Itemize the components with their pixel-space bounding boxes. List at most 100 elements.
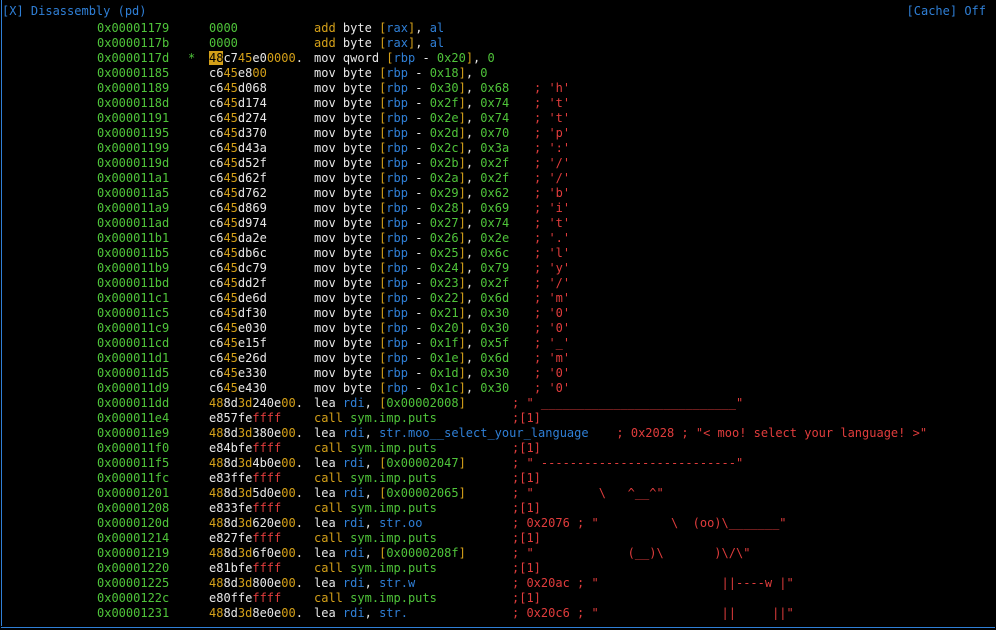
disasm-row[interactable]: 0x00001185 c645e800 mov byte [rbp - 0x18],… bbox=[0, 66, 996, 81]
disasm-row[interactable]: 0x000011e4 e857feffff call sym.imp.puts ;[1… bbox=[0, 411, 996, 426]
instruction-address[interactable]: 0x000011bd bbox=[97, 276, 169, 291]
instruction-address[interactable]: 0x00001199 bbox=[97, 141, 169, 156]
instruction-address[interactable]: 0x000011a9 bbox=[97, 201, 169, 216]
instruction-address[interactable]: 0x000011e4 bbox=[97, 411, 169, 426]
instruction-address[interactable]: 0x000011cd bbox=[97, 336, 169, 351]
disasm-row[interactable]: 0x000011a9 c645d869 mov byte [rbp - 0x28],… bbox=[0, 201, 996, 216]
instruction-address[interactable]: 0x000011b5 bbox=[97, 246, 169, 261]
disasm-row[interactable]: 0x000011ad c645d974 mov byte [rbp - 0x27],… bbox=[0, 216, 996, 231]
instruction-bytes: c645de6d bbox=[209, 291, 267, 305]
disasm-row[interactable]: 0x00001195 c645d370 mov byte [rbp - 0x2d],… bbox=[0, 126, 996, 141]
disasm-row[interactable]: 0x0000117b 0000 add byte [rax], al bbox=[0, 36, 996, 51]
disasm-row[interactable]: 0x000011a1 c645d62f mov byte [rbp - 0x2a],… bbox=[0, 171, 996, 186]
disasm-row[interactable]: 0x000011bd c645dd2f mov byte [rbp - 0x23],… bbox=[0, 276, 996, 291]
instruction-address[interactable]: 0x0000117b bbox=[97, 36, 169, 51]
instruction-address[interactable]: 0x0000117d bbox=[97, 51, 169, 66]
instruction-address[interactable]: 0x0000120d bbox=[97, 516, 169, 531]
disasm-row[interactable]: 0x00001179 0000 add byte [rax], al bbox=[0, 21, 996, 36]
instruction-address[interactable]: 0x00001201 bbox=[97, 486, 169, 501]
disasm-row[interactable]: 0x0000119d c645d52f mov byte [rbp - 0x2b],… bbox=[0, 156, 996, 171]
instruction-address[interactable]: 0x000011d5 bbox=[97, 366, 169, 381]
disasm-row[interactable]: 0x00001191 c645d274 mov byte [rbp - 0x2e],… bbox=[0, 111, 996, 126]
disasm-row[interactable]: 0x000011dd 488d3d240e00. lea rdi, [0x00002… bbox=[0, 396, 996, 411]
instruction-address[interactable]: 0x0000118d bbox=[97, 96, 169, 111]
disasm-row[interactable]: 0x000011d1 c645e26d mov byte [rbp - 0x1e],… bbox=[0, 351, 996, 366]
instruction-address[interactable]: 0x000011e9 bbox=[97, 426, 169, 441]
instruction-address[interactable]: 0x00001195 bbox=[97, 126, 169, 141]
disasm-row[interactable]: 0x000011c9 c645e030 mov byte [rbp - 0x20],… bbox=[0, 321, 996, 336]
disasm-row[interactable]: 0x0000118d c645d174 mov byte [rbp - 0x2f],… bbox=[0, 96, 996, 111]
instruction-address[interactable]: 0x000011a5 bbox=[97, 186, 169, 201]
instruction-address[interactable]: 0x000011c5 bbox=[97, 306, 169, 321]
instruction-text: call sym.imp.puts bbox=[314, 531, 437, 545]
cache-toggle[interactable]: [Cache] Off bbox=[907, 4, 986, 18]
instruction-bytes: c645d62f bbox=[209, 171, 267, 185]
instruction-address[interactable]: 0x0000122c bbox=[97, 591, 169, 606]
instruction-address[interactable]: 0x000011dd bbox=[97, 396, 169, 411]
instruction-text: call sym.imp.puts bbox=[314, 561, 437, 575]
disasm-row[interactable]: 0x00001189 c645d068 mov byte [rbp - 0x30],… bbox=[0, 81, 996, 96]
panel-bottom-border bbox=[1, 627, 995, 628]
disasm-row[interactable]: 0x000011f0 e84bfeffff call sym.imp.puts ;[1… bbox=[0, 441, 996, 456]
instruction-address[interactable]: 0x00001179 bbox=[97, 21, 169, 36]
disasm-row[interactable]: 0x000011c1 c645de6d mov byte [rbp - 0x22],… bbox=[0, 291, 996, 306]
disasm-row[interactable]: 0x00001225 488d3d800e00. lea rdi, str.w ; 0… bbox=[0, 576, 996, 591]
instruction-address[interactable]: 0x000011c1 bbox=[97, 291, 169, 306]
instruction-text: lea rdi, [0x00002008] bbox=[314, 396, 466, 410]
instruction-text: mov byte [rbp - 0x27], 0x74 bbox=[314, 216, 510, 230]
instruction-address[interactable]: 0x000011d9 bbox=[97, 381, 169, 396]
disasm-row[interactable]: 0x00001208 e833feffff call sym.imp.puts ;[1… bbox=[0, 501, 996, 516]
instruction-address[interactable]: 0x00001185 bbox=[97, 66, 169, 81]
disasm-row[interactable]: 0x0000117d * 48c745e00000. mov qword [rbp -… bbox=[0, 51, 996, 66]
disasm-row[interactable]: 0x000011d9 c645e430 mov byte [rbp - 0x1c],… bbox=[0, 381, 996, 396]
instruction-comment: ; '0' bbox=[534, 366, 571, 380]
disasm-row[interactable]: 0x000011f5 488d3d4b0e00. lea rdi, [0x00002… bbox=[0, 456, 996, 471]
instruction-address[interactable]: 0x000011d1 bbox=[97, 351, 169, 366]
instruction-bytes: 488d3d8e0e00. bbox=[209, 606, 303, 620]
disasm-row[interactable]: 0x000011e9 488d3d380e00. lea rdi, str.moo_… bbox=[0, 426, 996, 441]
instruction-address[interactable]: 0x000011f0 bbox=[97, 441, 169, 456]
disasm-row[interactable]: 0x00001201 488d3d5d0e00. lea rdi, [0x00002… bbox=[0, 486, 996, 501]
disasm-row[interactable]: 0x000011d5 c645e330 mov byte [rbp - 0x1d],… bbox=[0, 366, 996, 381]
panel-title[interactable]: [X] Disassembly (pd) bbox=[2, 4, 147, 18]
disasm-row[interactable]: 0x000011fc e83ffeffff call sym.imp.puts ;[1… bbox=[0, 471, 996, 486]
disasm-row[interactable]: 0x000011cd c645e15f mov byte [rbp - 0x1f],… bbox=[0, 336, 996, 351]
disasm-row[interactable]: 0x000011b5 c645db6c mov byte [rbp - 0x25],… bbox=[0, 246, 996, 261]
instruction-address[interactable]: 0x0000119d bbox=[97, 156, 169, 171]
disassembly-listing[interactable]: 0x00001179 0000 add byte [rax], al 0x000011… bbox=[0, 21, 996, 621]
instruction-text: mov byte [rbp - 0x2b], 0x2f bbox=[314, 156, 510, 170]
disasm-row[interactable]: 0x0000122c e80ffeffff call sym.imp.puts ;[1… bbox=[0, 591, 996, 606]
disasm-row[interactable]: 0x00001214 e827feffff call sym.imp.puts ;[1… bbox=[0, 531, 996, 546]
disasm-row[interactable]: 0x00001231 488d3d8e0e00. lea rdi, str. ; 0x… bbox=[0, 606, 996, 621]
instruction-address[interactable]: 0x000011b1 bbox=[97, 231, 169, 246]
instruction-text: mov byte [rbp - 0x2f], 0x74 bbox=[314, 96, 510, 110]
instruction-bytes: c645d274 bbox=[209, 111, 267, 125]
instruction-address[interactable]: 0x00001231 bbox=[97, 606, 169, 621]
instruction-address[interactable]: 0x000011fc bbox=[97, 471, 169, 486]
instruction-address[interactable]: 0x00001225 bbox=[97, 576, 169, 591]
instruction-text: mov byte [rbp - 0x1f], 0x5f bbox=[314, 336, 510, 350]
instruction-text: call sym.imp.puts bbox=[314, 591, 437, 605]
disasm-row[interactable]: 0x0000120d 488d3d620e00. lea rdi, str.oo ; … bbox=[0, 516, 996, 531]
disassembly-panel[interactable]: [X] Disassembly (pd) [Cache] Off 0x00001… bbox=[0, 0, 996, 630]
instruction-address[interactable]: 0x000011ad bbox=[97, 216, 169, 231]
instruction-address[interactable]: 0x00001219 bbox=[97, 546, 169, 561]
instruction-address[interactable]: 0x00001220 bbox=[97, 561, 169, 576]
disasm-row[interactable]: 0x00001220 e81bfeffff call sym.imp.puts ;[1… bbox=[0, 561, 996, 576]
instruction-address[interactable]: 0x00001191 bbox=[97, 111, 169, 126]
instruction-comment: ; 0x2076 ; " \ (oo)\_______" bbox=[512, 516, 787, 530]
instruction-address[interactable]: 0x000011c9 bbox=[97, 321, 169, 336]
instruction-address[interactable]: 0x00001208 bbox=[97, 501, 169, 516]
disasm-row[interactable]: 0x00001219 488d3d6f0e00. lea rdi, [0x00002… bbox=[0, 546, 996, 561]
instruction-address[interactable]: 0x00001189 bbox=[97, 81, 169, 96]
disasm-row[interactable]: 0x000011b1 c645da2e mov byte [rbp - 0x26],… bbox=[0, 231, 996, 246]
disasm-row[interactable]: 0x000011c5 c645df30 mov byte [rbp - 0x21],… bbox=[0, 306, 996, 321]
disasm-row[interactable]: 0x00001199 c645d43a mov byte [rbp - 0x2c],… bbox=[0, 141, 996, 156]
disasm-row[interactable]: 0x000011b9 c645dc79 mov byte [rbp - 0x24],… bbox=[0, 261, 996, 276]
disasm-row[interactable]: 0x000011a5 c645d762 mov byte [rbp - 0x29],… bbox=[0, 186, 996, 201]
instruction-address[interactable]: 0x00001214 bbox=[97, 531, 169, 546]
instruction-comment: ; 0x20ac ; " ||----w |" bbox=[512, 576, 794, 590]
instruction-address[interactable]: 0x000011f5 bbox=[97, 456, 169, 471]
instruction-address[interactable]: 0x000011b9 bbox=[97, 261, 169, 276]
instruction-address[interactable]: 0x000011a1 bbox=[97, 171, 169, 186]
